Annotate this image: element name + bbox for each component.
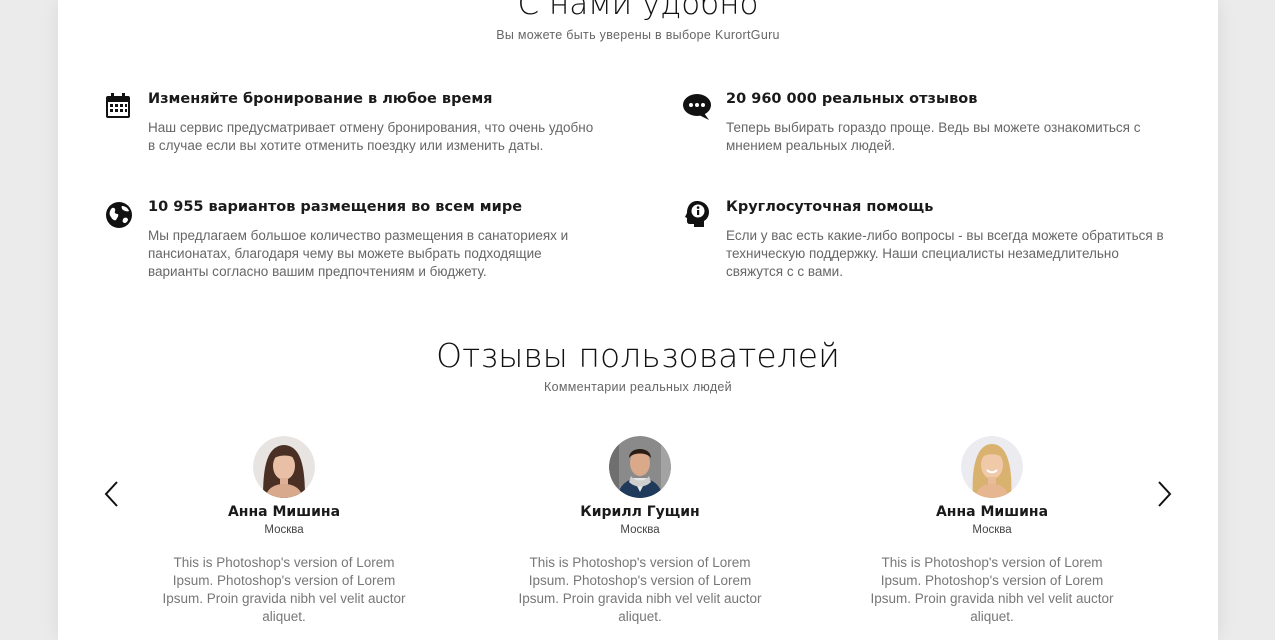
support-info-icon	[685, 201, 709, 227]
calendar-icon	[106, 93, 130, 118]
feature-title: Изменяйте бронирование в любое время	[148, 91, 493, 107]
page-content: С нами удобно Вы можете быть уверены в в…	[58, 0, 1218, 640]
reviews-section-title: Отзывы пользователей	[436, 336, 840, 375]
review-card: Кирилл Гущин Москва This is Photoshop's …	[490, 436, 790, 626]
review-text: This is Photoshop's version of Lorem Ips…	[870, 555, 1114, 624]
reviewer-city: Москва	[620, 524, 660, 536]
feature-title: 10 955 вариантов размещения во всем мире	[148, 199, 523, 215]
reviewer-city: Москва	[264, 524, 304, 536]
chevron-left-icon[interactable]	[102, 478, 122, 510]
chat-bubble-icon	[683, 94, 711, 120]
feature-description: Если у вас есть какие-либо вопросы - вы …	[726, 228, 1164, 279]
reviewer-name: Кирилл Гущин	[580, 504, 700, 520]
avatar	[609, 436, 671, 498]
feature-description: Наш сервис предусматривает отмену бронир…	[148, 120, 594, 153]
review-card: Анна Мишина Москва This is Photoshop's v…	[842, 436, 1142, 626]
review-text: This is Photoshop's version of Lorem Ips…	[162, 555, 406, 624]
reviewer-name: Анна Мишина	[227, 504, 341, 520]
review-text: This is Photoshop's version of Lorem Ips…	[518, 555, 762, 624]
avatar	[961, 436, 1023, 498]
feature-description: Теперь выбирать гораздо проще. Ведь вы м…	[726, 120, 1141, 153]
feature-title: Круглосуточная помощь	[726, 199, 934, 215]
avatar	[253, 436, 315, 498]
globe-icon	[106, 202, 132, 228]
reviewer-city: Москва	[972, 524, 1012, 536]
reviewer-name: Анна Мишина	[935, 504, 1049, 520]
feature-title: 20 960 000 реальных отзывов	[726, 91, 978, 107]
review-card: Анна Мишина Москва This is Photoshop's v…	[134, 436, 434, 626]
features-section-subtitle: Вы можете быть уверены в выборе KurortGu…	[496, 28, 780, 42]
reviews-section-subtitle: Комментарии реальных людей	[544, 380, 732, 394]
chevron-right-icon[interactable]	[1154, 478, 1174, 510]
features-section-title: С нами удобно	[517, 0, 759, 22]
feature-description: Мы предлагаем большое количество размеще…	[148, 228, 569, 279]
